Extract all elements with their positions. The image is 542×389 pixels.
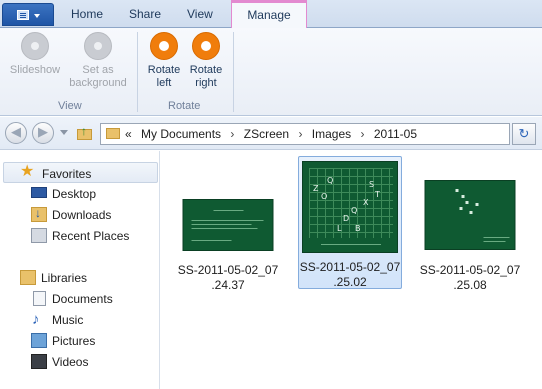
nav-downloads[interactable]: Downloads bbox=[0, 204, 158, 225]
slideshow-label: Slideshow bbox=[9, 64, 61, 76]
tab-manage[interactable]: Manage bbox=[231, 0, 307, 29]
group-divider bbox=[233, 32, 234, 112]
file-name-line-1: SS-2011-05-02_07 bbox=[299, 260, 401, 274]
recent-locations-dropdown[interactable] bbox=[60, 130, 68, 135]
nav-documents[interactable]: Documents bbox=[0, 288, 158, 309]
file-name-line-2: .25.02 bbox=[333, 275, 367, 289]
pictures-icon bbox=[31, 333, 47, 348]
tab-home[interactable]: Home bbox=[71, 7, 103, 21]
set-as-label: Set as bbox=[82, 64, 114, 76]
nav-favorites-label: Favorites bbox=[42, 167, 92, 181]
chevron-down-icon bbox=[34, 14, 40, 18]
star-icon: ★ bbox=[20, 163, 35, 180]
slideshow-button[interactable]: Slideshow bbox=[4, 32, 66, 77]
desktop-icon bbox=[31, 187, 47, 198]
navigation-pane: ★ Favorites Desktop Downloads Recent Pla… bbox=[0, 151, 160, 389]
downloads-icon bbox=[31, 206, 47, 222]
breadcrumb: « My Documents › ZScreen › Images › 2011… bbox=[125, 127, 417, 141]
up-button[interactable]: ↑ bbox=[76, 124, 94, 142]
rotate-right-icon bbox=[192, 32, 220, 60]
libraries-icon bbox=[20, 270, 36, 285]
rotate-right-button[interactable]: Rotate right bbox=[186, 32, 226, 90]
nav-desktop[interactable]: Desktop bbox=[0, 183, 158, 204]
file-menu-icon bbox=[17, 10, 29, 20]
nav-recent-places-label: Recent Places bbox=[52, 229, 130, 243]
file-thumbnail bbox=[182, 199, 274, 251]
ribbon-tab-bar: Home Share View Manage bbox=[0, 0, 542, 29]
file-name-line-1: SS-2011-05-02_07 bbox=[177, 263, 279, 277]
file-menu-button[interactable] bbox=[2, 3, 54, 26]
group-label-rotate: Rotate bbox=[168, 100, 201, 112]
group-divider bbox=[137, 32, 138, 112]
set-background-icon bbox=[84, 32, 112, 60]
nav-music[interactable]: ♪ Music bbox=[0, 309, 158, 330]
rotate-right-label-2: right bbox=[195, 77, 217, 89]
slideshow-icon bbox=[21, 32, 49, 60]
nav-pictures-label: Pictures bbox=[52, 334, 96, 348]
back-button[interactable]: ◀ bbox=[5, 122, 27, 144]
nav-videos-label: Videos bbox=[52, 355, 89, 369]
group-label-view: View bbox=[58, 100, 82, 112]
set-as-background-button[interactable]: Set as background bbox=[66, 32, 130, 90]
tab-share[interactable]: Share bbox=[129, 7, 161, 21]
documents-icon bbox=[33, 291, 46, 306]
background-label: background bbox=[69, 77, 127, 89]
nav-videos[interactable]: Videos bbox=[0, 351, 158, 372]
file-name-line-2: .24.37 bbox=[211, 278, 245, 292]
breadcrumb-separator[interactable]: › bbox=[298, 127, 302, 141]
arrow-right-icon: ▶ bbox=[38, 124, 48, 139]
breadcrumb-images[interactable]: Images bbox=[312, 127, 351, 141]
nav-music-label: Music bbox=[52, 313, 84, 327]
rotate-left-icon bbox=[150, 32, 178, 60]
file-item[interactable]: SS-2011-05-02_07 .24.37 bbox=[176, 156, 280, 292]
tab-view[interactable]: View bbox=[187, 7, 213, 21]
nav-documents-label: Documents bbox=[52, 292, 113, 306]
folder-icon bbox=[106, 128, 120, 139]
file-item[interactable]: SS-2011-05-02_07 .25.08 bbox=[418, 156, 522, 292]
address-bar[interactable]: « My Documents › ZScreen › Images › 2011… bbox=[100, 123, 510, 145]
nav-desktop-label: Desktop bbox=[52, 187, 97, 201]
breadcrumb-separator[interactable]: › bbox=[230, 127, 234, 141]
file-thumbnail: Q Z O S T Q D L B X bbox=[302, 161, 398, 253]
breadcrumb-zscreen[interactable]: ZScreen bbox=[244, 127, 289, 141]
rotate-left-label-1: Rotate bbox=[147, 64, 181, 76]
file-item[interactable]: Q Z O S T Q D L B X SS-2011-05-02_07 .25… bbox=[298, 156, 402, 289]
breadcrumb-separator[interactable]: › bbox=[361, 127, 365, 141]
nav-pictures[interactable]: Pictures bbox=[0, 330, 158, 351]
file-name-line-2: .25.08 bbox=[453, 278, 487, 292]
refresh-icon: ↻ bbox=[518, 126, 530, 141]
breadcrumb-my-documents[interactable]: My Documents bbox=[141, 127, 221, 141]
file-list: SS-2011-05-02_07 .24.37 Q Z O S T Q D L … bbox=[161, 151, 542, 389]
forward-button[interactable]: ▶ bbox=[32, 122, 54, 144]
file-thumbnail bbox=[424, 180, 516, 250]
nav-favorites[interactable]: ★ Favorites bbox=[3, 162, 158, 183]
ribbon-panel: Slideshow Set as background View Rotate … bbox=[0, 28, 542, 116]
breadcrumb-overflow[interactable]: « bbox=[125, 127, 132, 141]
navigation-bar: ◀ ▶ ↑ « My Documents › ZScreen › Images … bbox=[0, 117, 542, 150]
music-icon: ♪ bbox=[32, 311, 40, 328]
nav-libraries-label: Libraries bbox=[41, 271, 88, 285]
nav-recent-places[interactable]: Recent Places bbox=[0, 225, 158, 246]
file-name-line-1: SS-2011-05-02_07 bbox=[419, 263, 521, 277]
rotate-right-label-1: Rotate bbox=[189, 64, 223, 76]
tab-manage-label: Manage bbox=[247, 8, 291, 22]
rotate-left-label-2: left bbox=[156, 77, 172, 89]
arrow-up-icon: ↑ bbox=[81, 124, 87, 138]
rotate-left-button[interactable]: Rotate left bbox=[144, 32, 184, 90]
refresh-button[interactable]: ↻ bbox=[512, 123, 536, 145]
nav-downloads-label: Downloads bbox=[52, 208, 112, 222]
videos-icon bbox=[31, 354, 47, 369]
recent-places-icon bbox=[31, 228, 47, 243]
nav-libraries[interactable]: Libraries bbox=[0, 267, 158, 288]
breadcrumb-2011-05[interactable]: 2011-05 bbox=[374, 127, 417, 141]
arrow-left-icon: ◀ bbox=[11, 124, 21, 139]
